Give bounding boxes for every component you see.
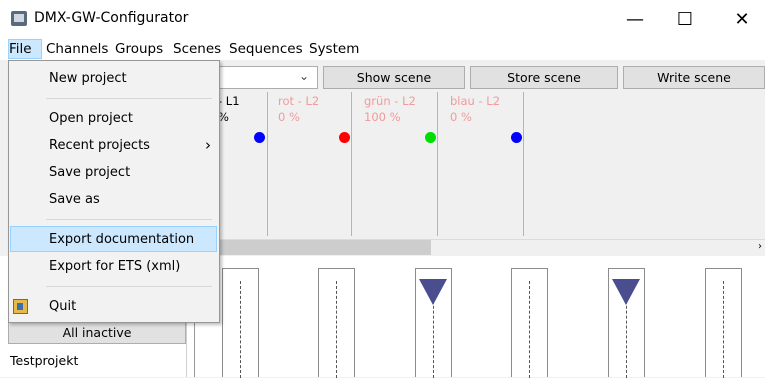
fader[interactable] bbox=[511, 268, 548, 378]
channel-label: grün - L2 bbox=[364, 94, 416, 108]
menu-item-quit[interactable]: Quit bbox=[9, 295, 210, 319]
menu-sequences[interactable]: Sequences bbox=[229, 41, 303, 57]
channel-color-dot bbox=[425, 132, 436, 143]
chevron-down-icon: ⌄ bbox=[298, 69, 309, 83]
minimize-button[interactable]: — bbox=[612, 0, 658, 38]
menu-item-save-project[interactable]: Save project bbox=[9, 161, 210, 185]
menu-item-label: Open project bbox=[49, 111, 133, 126]
menu-item-open-project[interactable]: Open project bbox=[9, 107, 210, 131]
menu-item-label: Save as bbox=[49, 192, 100, 207]
scene-select[interactable]: ⌄ bbox=[218, 66, 318, 89]
channel-value: 100 % bbox=[364, 110, 401, 124]
fader[interactable] bbox=[705, 268, 742, 378]
fader[interactable] bbox=[318, 268, 355, 378]
fader-track bbox=[240, 281, 241, 378]
menu-item-label: Export documentation bbox=[49, 232, 195, 247]
menu-item-export-ets[interactable]: Export for ETS (xml) bbox=[9, 255, 210, 279]
triangle-down-icon[interactable] bbox=[419, 279, 447, 305]
channel-label: blau - L2 bbox=[450, 94, 501, 108]
channel-2[interactable]: rot - L2 0 % bbox=[268, 92, 352, 236]
channel-label: rot - L2 bbox=[278, 94, 320, 108]
menu-item-label: Export for ETS (xml) bbox=[49, 259, 181, 274]
menu-system[interactable]: System bbox=[309, 41, 359, 57]
channel-color-dot bbox=[339, 132, 350, 143]
channel-4[interactable]: blau - L2 0 % bbox=[440, 92, 524, 236]
channel-value: 0 % bbox=[278, 110, 300, 124]
window-title: DMX-GW-Configurator bbox=[34, 10, 189, 26]
fader-area bbox=[194, 256, 765, 377]
write-scene-button[interactable]: Write scene bbox=[623, 66, 765, 89]
scroll-right-icon[interactable]: › bbox=[758, 241, 762, 252]
menu-item-label: Quit bbox=[49, 299, 77, 314]
menu-separator bbox=[46, 219, 212, 220]
menu-item-save-as[interactable]: Save as bbox=[9, 188, 210, 212]
fader-track bbox=[336, 281, 337, 378]
channel-3[interactable]: grün - L2 100 % bbox=[354, 92, 438, 236]
fader[interactable] bbox=[222, 268, 259, 378]
submenu-arrow-icon: › bbox=[205, 136, 211, 154]
menu-separator bbox=[46, 98, 212, 99]
menu-item-new-project[interactable]: New project bbox=[9, 67, 210, 91]
menu-scenes[interactable]: Scenes bbox=[173, 41, 221, 57]
channel-color-dot bbox=[254, 132, 265, 143]
show-scene-button[interactable]: Show scene bbox=[323, 66, 465, 89]
fader-track bbox=[723, 281, 724, 378]
menu-item-recent-projects[interactable]: Recent projects › bbox=[9, 134, 211, 158]
menu-item-export-documentation[interactable]: Export documentation bbox=[9, 228, 210, 252]
channel-color-dot bbox=[511, 132, 522, 143]
app-icon bbox=[11, 11, 27, 26]
fader-track bbox=[529, 281, 530, 378]
menu-channels[interactable]: Channels bbox=[46, 41, 108, 57]
close-button[interactable]: ✕ bbox=[719, 0, 765, 38]
triangle-down-icon[interactable] bbox=[612, 279, 640, 305]
menu-separator bbox=[46, 286, 212, 287]
maximize-button[interactable]: ☐ bbox=[662, 0, 708, 38]
menu-item-label: New project bbox=[49, 71, 127, 86]
menu-file[interactable]: File bbox=[9, 41, 32, 57]
channel-value: 0 % bbox=[450, 110, 472, 124]
menu-item-label: Recent projects bbox=[49, 138, 150, 153]
channel-label: - L1 bbox=[218, 94, 240, 108]
store-scene-button[interactable]: Store scene bbox=[470, 66, 618, 89]
project-name[interactable]: Testprojekt bbox=[10, 353, 78, 368]
menu-groups[interactable]: Groups bbox=[115, 41, 163, 57]
menu-item-label: Save project bbox=[49, 165, 131, 180]
scrollbar-thumb[interactable] bbox=[218, 240, 431, 255]
all-inactive-button[interactable]: All inactive bbox=[8, 320, 186, 344]
